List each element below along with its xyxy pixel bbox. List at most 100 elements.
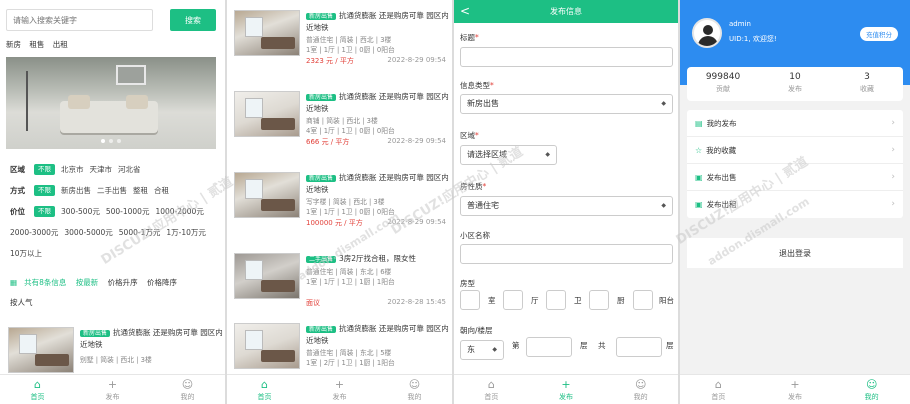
filter-option[interactable]: 新房出售 [61,185,91,196]
menu-post-sale[interactable]: ▣ 发布出售 › [687,164,903,191]
orientation-select[interactable]: 东 [460,340,504,360]
listing-badge: 新房出售 [306,94,337,101]
search-button[interactable]: 搜索 [170,9,216,31]
listing-date: 2022-8-29 09:54 [387,218,446,226]
tab-label: 发布 [332,392,347,401]
tab-mine[interactable]: ☺ 我的 [377,375,452,404]
tab-mine[interactable]: ☺ 我的 [603,375,678,404]
total-floor-input[interactable] [616,337,662,357]
property-select[interactable]: 普通住宅 [460,196,673,216]
tab-publish[interactable]: + 发布 [75,375,150,404]
listing-card[interactable]: 新房出售 抗通货膨胀 还是购房可靠 园区内 近地铁 商铺 | 简装 | 西北 | … [234,91,450,151]
listing-card[interactable]: 二手出售 3房2厅找合租，限女性 普通住宅 | 简装 | 东北 | 6楼 1室 | … [234,253,450,313]
tab-publish[interactable]: + 发布 [302,375,377,404]
tab-label: 我的 [633,392,648,401]
filter-option[interactable]: 3000-5000元 [64,227,112,238]
filter-option[interactable]: 1000-2000元 [155,206,203,217]
chevron-right-icon: › [891,172,895,182]
label-text: 信息类型 [460,81,490,90]
community-label: 小区名称 [460,231,490,240]
tab-publish[interactable]: + 发布 [529,375,604,404]
back-icon[interactable]: < [460,0,470,23]
tab-home[interactable]: ⌂ 首页 [680,375,757,404]
balconies-input[interactable] [633,290,653,310]
unit-label: 阳台 [659,296,674,305]
type-select[interactable]: 新房出售 [460,94,673,114]
filter-option[interactable]: 河北省 [118,164,141,175]
quick-link-rent[interactable]: 出租 [53,40,68,49]
sort-popularity[interactable]: 按人气 [10,298,33,307]
baths-input[interactable] [546,290,566,310]
filter-option[interactable]: 300-500元 [61,206,100,217]
tab-bar: ⌂ 首页 + 发布 ☺ 我的 [680,374,910,404]
sort-price-desc[interactable]: 价格降序 [147,278,177,287]
carousel-dots [6,136,216,145]
avatar[interactable] [692,18,722,48]
listing-card[interactable]: 新房出售 抗通货膨胀 还是购房可靠 园区内 近地铁 普通住宅 | 简装 | 西北 … [234,10,450,70]
kitchens-input[interactable] [589,290,609,310]
banner-image[interactable] [6,57,216,149]
room-graphic [245,98,263,118]
tab-home[interactable]: ⌂ 首页 [227,375,302,404]
stat-published[interactable]: 10 发布 [759,67,831,101]
filter-option[interactable]: 北京市 [61,164,84,175]
listing-meta-line: 1室 | 1厅 | 1卫 | 0厨 | 0阳台 [306,46,395,54]
rooms-input[interactable] [460,290,480,310]
logout-button[interactable]: 退出登录 [687,238,903,268]
menu-post-rent[interactable]: ▣ 发布出租 › [687,191,903,218]
stat-contribution[interactable]: 999840 贡献 [687,67,759,101]
filter-option[interactable]: 1万-10万元 [166,227,206,238]
halls-input[interactable] [503,290,523,310]
listing-thumbnail [234,10,300,56]
grid-icon: ▦ [10,278,18,287]
sort-price-asc[interactable]: 价格升序 [108,278,138,287]
filter-region: 区域 不限 北京市 天津市 河北省 [10,164,147,175]
unit-label: 厅 [531,296,539,305]
filter-option[interactable]: 5000-1万元 [119,227,161,238]
filter-any-tag[interactable]: 不限 [34,185,55,196]
quick-link-sale[interactable]: 租售 [29,40,44,49]
listing-meta-line: 1室 | 1厅 | 1卫 | 0厨 | 0阳台 [306,208,395,216]
tab-publish[interactable]: + 发布 [757,375,834,404]
document-icon: ▤ [695,119,703,128]
filter-option[interactable]: 天津市 [90,164,113,175]
chevron-right-icon: › [891,145,895,155]
filter-option[interactable]: 二手出售 [97,185,127,196]
filter-any-tag[interactable]: 不限 [34,164,55,175]
title-input[interactable] [460,47,673,67]
carousel-dot[interactable] [117,139,121,143]
home-icon: ⌂ [34,377,41,391]
listing-card[interactable]: 新房出售 抗通货膨胀 还是购房可靠 园区内 近地铁 写字楼 | 简装 | 西北 |… [234,172,450,232]
filter-option[interactable]: 500-1000元 [106,206,150,217]
community-input[interactable] [460,244,673,264]
tab-home[interactable]: ⌂ 首页 [0,375,75,404]
filter-option[interactable]: 合租 [154,185,169,196]
filter-option[interactable]: 2000-3000元 [10,227,58,238]
region-select[interactable]: 请选择区域 [460,145,557,165]
room-graphic [19,334,37,354]
tab-label: 我的 [180,392,195,401]
tab-home[interactable]: ⌂ 首页 [454,375,529,404]
required-mark: * [475,33,479,42]
filter-option[interactable]: 10万以上 [10,248,42,259]
menu-my-posts[interactable]: ▤ 我的发布 › [687,110,903,137]
carousel-dot[interactable] [101,139,105,143]
user-icon: ☺ [181,377,194,391]
search-input[interactable] [6,9,153,31]
recharge-button[interactable]: 充值积分 [860,27,898,41]
tab-mine[interactable]: ☺ 我的 [833,375,910,404]
quick-link-new[interactable]: 新房 [6,40,21,49]
carousel-dot[interactable] [109,139,113,143]
listing-date: 2022-8-28 15:45 [387,298,446,306]
listing-meta: 普通住宅 | 简装 | 东北 | 5楼 1室 | 2厅 | 1卫 | 1厨 | 1… [306,348,395,368]
tab-mine[interactable]: ☺ 我的 [150,375,225,404]
sort-latest[interactable]: 按最新 [76,278,99,287]
filter-option[interactable]: 整租 [133,185,148,196]
tab-label: 首页 [484,392,499,401]
listing-meta-line: 4室 | 1厅 | 1卫 | 0厨 | 0阳台 [306,127,395,135]
floor-input[interactable] [526,337,572,357]
stat-favorites[interactable]: 3 收藏 [831,67,903,101]
filter-any-tag[interactable]: 不限 [34,206,55,217]
menu-my-favorites[interactable]: ☆ 我的收藏 › [687,137,903,164]
chevron-right-icon: › [891,118,895,128]
